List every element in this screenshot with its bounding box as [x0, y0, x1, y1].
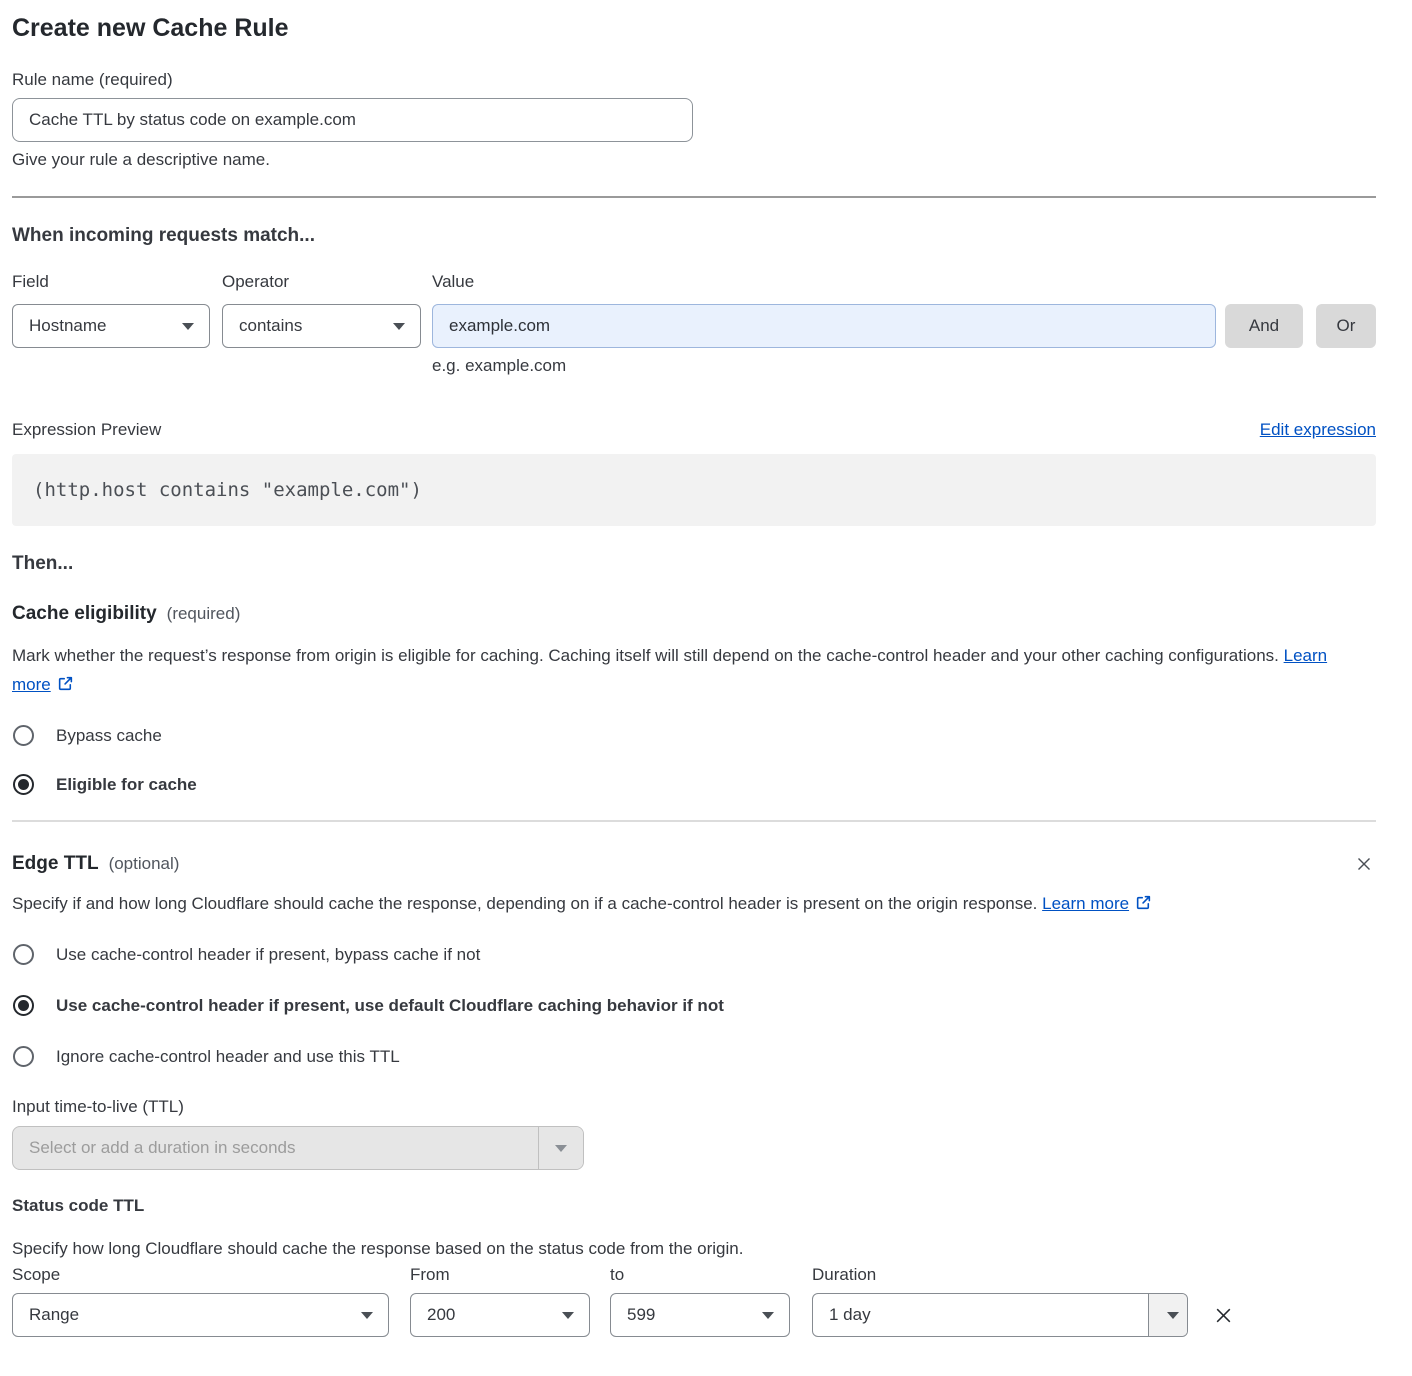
- edge-ttl-description: Specify if and how long Cloudflare shoul…: [12, 889, 1352, 920]
- section-divider: [12, 820, 1376, 822]
- chevron-down-icon: [393, 323, 405, 330]
- cache-eligibility-heading: Cache eligibility(required): [12, 603, 1376, 625]
- chevron-down-icon: [562, 1312, 574, 1319]
- and-button[interactable]: And: [1225, 304, 1303, 348]
- or-button[interactable]: Or: [1316, 304, 1376, 348]
- radio-bypass-cache[interactable]: Bypass cache: [12, 725, 1376, 746]
- close-icon: [1212, 1304, 1235, 1327]
- external-link-icon: [57, 672, 74, 701]
- ttl-duration-select[interactable]: [12, 1126, 584, 1170]
- expression-header: Expression Preview Edit expression: [12, 420, 1376, 440]
- from-label: From: [410, 1265, 590, 1285]
- to-select[interactable]: 599: [610, 1293, 790, 1337]
- radio-icon[interactable]: [13, 725, 34, 746]
- section-divider: [12, 196, 1376, 198]
- status-code-controls-row: Range 200 599 1 day: [12, 1293, 1376, 1337]
- close-icon: [1354, 854, 1374, 874]
- scope-label: Scope: [12, 1265, 389, 1285]
- cache-eligibility-description: Mark whether the request’s response from…: [12, 641, 1352, 701]
- radio-selected-icon[interactable]: [13, 995, 34, 1016]
- match-heading: When incoming requests match...: [12, 225, 1376, 247]
- learn-more-link[interactable]: Learn more: [1042, 894, 1129, 913]
- from-select[interactable]: 200: [410, 1293, 590, 1337]
- to-label: to: [610, 1265, 790, 1285]
- edit-expression-link[interactable]: Edit expression: [1260, 420, 1376, 440]
- value-help: e.g. example.com: [432, 356, 1367, 376]
- duration-select-value: 1 day: [813, 1294, 1148, 1336]
- then-heading: Then...: [12, 553, 1376, 575]
- field-select[interactable]: Hostname: [12, 304, 210, 348]
- match-controls-row: Hostname contains And Or: [12, 304, 1376, 348]
- chevron-down-icon: [182, 323, 194, 330]
- operator-select[interactable]: contains: [222, 304, 421, 348]
- radio-ignore-header[interactable]: Ignore cache-control header and use this…: [12, 1046, 1376, 1067]
- radio-selected-icon[interactable]: [13, 774, 34, 795]
- chevron-down-icon: [361, 1312, 373, 1319]
- required-note: (required): [167, 604, 241, 623]
- value-help-row: e.g. example.com: [12, 348, 1376, 376]
- match-labels-row: Field Operator Value: [12, 272, 1376, 292]
- chevron-down-icon: [555, 1145, 567, 1152]
- value-input[interactable]: [432, 304, 1216, 348]
- duration-dropdown-button[interactable]: [1148, 1294, 1187, 1336]
- ttl-duration-input[interactable]: [13, 1138, 538, 1158]
- page-title: Create new Cache Rule: [12, 14, 1376, 43]
- ttl-input-label: Input time-to-live (TTL): [12, 1097, 1376, 1117]
- rule-name-help: Give your rule a descriptive name.: [12, 150, 1376, 170]
- expression-preview-code: (http.host contains "example.com"): [12, 454, 1376, 526]
- duration-label: Duration: [812, 1265, 1188, 1285]
- ttl-duration-dropdown-button[interactable]: [538, 1127, 583, 1169]
- status-code-labels-row: Scope From to Duration: [12, 1265, 1376, 1285]
- create-cache-rule-form: Create new Cache Rule Rule name (require…: [0, 0, 1412, 1376]
- from-select-value: 200: [427, 1305, 455, 1325]
- external-link-icon: [1135, 891, 1152, 920]
- radio-use-header-bypass[interactable]: Use cache-control header if present, byp…: [12, 944, 1376, 965]
- duration-select[interactable]: 1 day: [812, 1293, 1188, 1337]
- status-code-ttl-description: Specify how long Cloudflare should cache…: [12, 1234, 1376, 1263]
- expression-preview-label: Expression Preview: [12, 420, 161, 440]
- radio-use-header-default[interactable]: Use cache-control header if present, use…: [12, 995, 1376, 1016]
- rule-name-input[interactable]: [12, 98, 693, 142]
- chevron-down-icon: [1167, 1312, 1179, 1319]
- scope-select-value: Range: [29, 1305, 79, 1325]
- operator-select-value: contains: [239, 316, 302, 336]
- close-edge-ttl-button[interactable]: [1352, 852, 1376, 876]
- chevron-down-icon: [762, 1312, 774, 1319]
- field-select-value: Hostname: [29, 316, 106, 336]
- to-select-value: 599: [627, 1305, 655, 1325]
- radio-icon[interactable]: [13, 1046, 34, 1067]
- remove-status-code-rule-button[interactable]: [1210, 1302, 1237, 1329]
- value-label: Value: [432, 272, 1367, 292]
- operator-label: Operator: [222, 272, 421, 292]
- edge-ttl-header: Edge TTL(optional): [12, 852, 1376, 876]
- status-code-ttl-heading: Status code TTL: [12, 1196, 1376, 1216]
- radio-eligible-for-cache[interactable]: Eligible for cache: [12, 774, 1376, 795]
- radio-icon[interactable]: [13, 944, 34, 965]
- field-label: Field: [12, 272, 210, 292]
- edge-ttl-heading: Edge TTL(optional): [12, 853, 179, 875]
- rule-name-label: Rule name (required): [12, 70, 1376, 90]
- optional-note: (optional): [109, 854, 180, 873]
- scope-select[interactable]: Range: [12, 1293, 389, 1337]
